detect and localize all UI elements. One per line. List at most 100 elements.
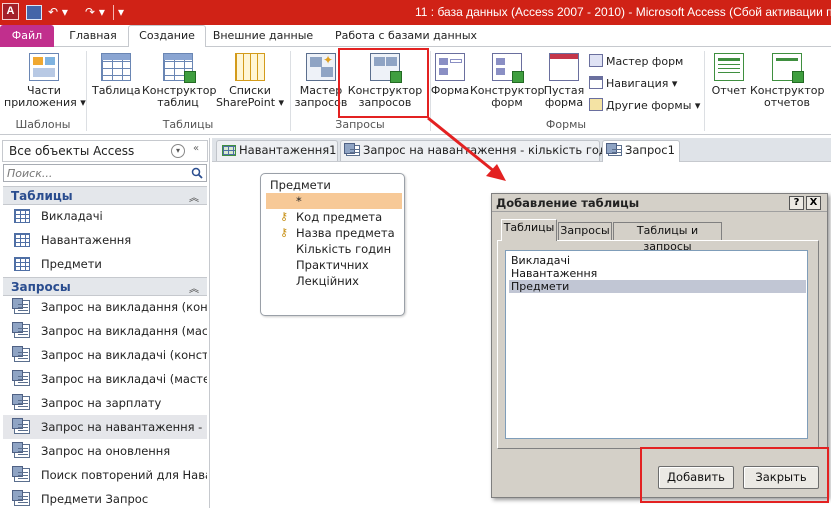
list-item[interactable]: Предмети (509, 280, 806, 293)
tab-create[interactable]: Создание (128, 25, 206, 48)
navigation-icon (589, 76, 603, 89)
list-item[interactable]: Навантаження (509, 267, 806, 280)
ribbon: Части приложения ▾ Шаблоны Таблица Конст… (0, 47, 831, 135)
field-item[interactable]: Кількість годин (266, 241, 402, 257)
tab-external-data[interactable]: Внешние данные (208, 26, 318, 47)
dialog-tab-tables[interactable]: Таблицы (501, 219, 557, 241)
nav-item-label: Навантаження (41, 233, 132, 247)
nav-section-title: Запросы (11, 280, 71, 294)
tab-database-tools[interactable]: Работа с базами данных (326, 26, 486, 47)
nav-item-label: Поиск повторений для Нава… (41, 468, 207, 482)
query-wizard-icon: ✦ (306, 53, 336, 81)
app-parts-button[interactable]: Части приложения ▾ (4, 53, 86, 109)
table-field-list[interactable]: Предмети * ⚷ Код предмета ⚷ Назва предмета… (260, 173, 405, 316)
report-button[interactable]: Отчет (708, 53, 750, 97)
sharepoint-lists-button[interactable]: Списки SharePoint ▾ (214, 53, 286, 109)
query-icon (12, 466, 30, 482)
form-button[interactable]: Форма (430, 53, 470, 97)
tab-file[interactable]: Файл (0, 25, 54, 47)
nav-section-title: Таблицы (11, 189, 73, 203)
dialog-table-list[interactable]: Викладачі Навантаження Предмети (505, 250, 808, 439)
nav-item-query[interactable]: Запрос на викладання (конс… (3, 295, 207, 319)
dialog-tab-tables-and-queries[interactable]: Таблицы и запросы (613, 222, 722, 253)
nav-item-query[interactable]: Запрос на оновлення (3, 439, 207, 463)
query-icon (344, 143, 360, 156)
table-icon (14, 257, 30, 271)
nav-item-table[interactable]: Викладачі (3, 204, 207, 228)
nav-item-label: Запрос на викладання (маст… (41, 324, 207, 338)
nav-item-query[interactable]: Запрос на викладання (маст… (3, 319, 207, 343)
report-icon (714, 53, 744, 81)
nav-item-query[interactable]: Запрос на зарплату (3, 391, 207, 415)
query-wizard-label-2: запросов (294, 96, 348, 109)
form-wizard-button[interactable]: Мастер форм (589, 54, 683, 68)
nav-pane-title: Все объекты Access (9, 144, 135, 158)
save-icon[interactable] (26, 5, 42, 20)
table-designer-button[interactable]: Конструктор таблиц (142, 53, 216, 109)
group-forms-label: Формы (545, 118, 587, 131)
nav-section-queries[interactable]: Запросы ︽ (3, 277, 207, 296)
other-forms-button[interactable]: Другие формы ▾ (589, 98, 700, 112)
table-button[interactable]: Таблица (92, 53, 141, 97)
nav-item-query[interactable]: Предмети Запрос (3, 487, 207, 508)
table-icon (14, 209, 30, 223)
chevron-up-icon: ︽ (189, 284, 199, 295)
field-item[interactable]: Практичних (266, 257, 402, 273)
report-designer-button[interactable]: Конструктор отчетов (750, 53, 824, 109)
field-item[interactable]: ⚷ Код предмета (266, 209, 402, 225)
add-button[interactable]: Добавить (658, 466, 734, 489)
nav-item-query[interactable]: Запрос на викладачі (мастер) (3, 367, 207, 391)
chevron-up-icon: ︽ (189, 193, 199, 204)
query-icon (12, 418, 30, 434)
tab-home[interactable]: Главная (60, 26, 126, 47)
field-list-title: Предмети (270, 178, 331, 192)
redo-icon[interactable]: ↷ ▾ (85, 3, 105, 21)
dialog-tab-queries[interactable]: Запросы (558, 222, 612, 240)
title-bar: A ↶ ▾ ↷ ▾ ▾ 11 : база данных (Access 200… (0, 0, 831, 25)
query-icon (12, 322, 30, 338)
access-app-icon[interactable]: A (2, 3, 19, 20)
nav-item-label: Предмети (41, 257, 102, 271)
app-parts-icon (29, 53, 59, 81)
group-queries-label: Запросы (335, 118, 385, 131)
form-designer-label-2: форм (491, 96, 523, 109)
nav-menu-icon[interactable]: ▾ (171, 144, 185, 158)
customize-qat-icon[interactable]: ▾ (118, 3, 124, 21)
doc-tab-query1[interactable]: Запрос1 (602, 140, 680, 163)
sharepoint-lists-label-2: SharePoint ▾ (215, 96, 285, 109)
nav-pane-header[interactable]: Все объекты Access ▾ « (2, 140, 208, 162)
nav-item-label: Предмети Запрос (41, 492, 149, 506)
doc-tab-navantazhennia1[interactable]: Навантаження1 (216, 140, 338, 161)
nav-item-query[interactable]: Запрос на навантаження - к… (3, 415, 207, 439)
table-label: Таблица (92, 84, 141, 97)
close-button[interactable]: Закрыть (743, 466, 819, 489)
blank-form-button[interactable]: Пустая форма (542, 53, 586, 109)
field-item[interactable]: ⚷ Назва предмета (266, 225, 402, 241)
search-icon[interactable] (191, 167, 203, 179)
report-label: Отчет (711, 84, 747, 97)
field-item[interactable]: Лекційних (266, 273, 402, 289)
table-icon (222, 145, 236, 156)
primary-key-icon: ⚷ (280, 210, 289, 223)
nav-item-query[interactable]: Поиск повторений для Нава… (3, 463, 207, 487)
blank-form-label-2: форма (544, 96, 584, 109)
nav-item-table[interactable]: Предмети (3, 252, 207, 276)
close-icon[interactable]: X (806, 196, 821, 210)
undo-icon[interactable]: ↶ ▾ (48, 3, 68, 21)
update-query-icon (12, 442, 30, 458)
query-wizard-button[interactable]: ✦ Мастер запросов (294, 53, 348, 109)
nav-item-table[interactable]: Навантаження (3, 228, 207, 252)
primary-key-icon: ⚷ (280, 226, 289, 239)
nav-item-query[interactable]: Запрос на викладачі (констр) (3, 343, 207, 367)
navigation-button[interactable]: Навигация ▾ (589, 76, 677, 90)
doc-tab-query-hours[interactable]: Запрос на навантаження - кількість годин (340, 140, 622, 161)
nav-section-tables[interactable]: Таблицы ︽ (3, 186, 207, 205)
list-item[interactable]: Викладачі (509, 254, 806, 267)
help-icon[interactable]: ? (789, 196, 804, 210)
query-designer-button[interactable]: Конструктор запросов (343, 53, 427, 109)
collapse-pane-icon[interactable]: « (193, 143, 199, 154)
field-all[interactable]: * (266, 193, 402, 209)
dialog-title-bar[interactable]: Добавление таблицы ? X (492, 194, 827, 212)
nav-search-input[interactable] (4, 165, 184, 181)
form-designer-button[interactable]: Конструктор форм (470, 53, 544, 109)
